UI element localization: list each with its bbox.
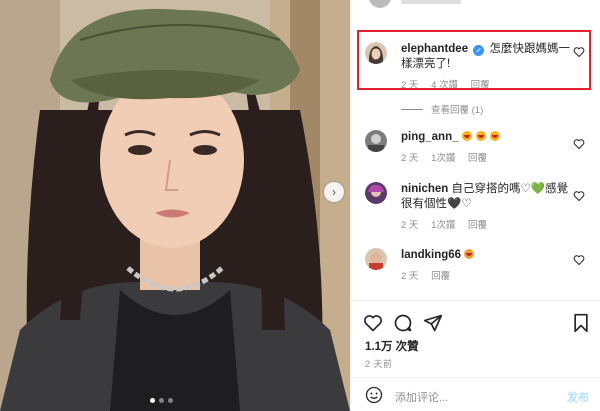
truncated-text bbox=[401, 0, 461, 4]
carousel-dots bbox=[150, 398, 173, 403]
carousel-dot bbox=[150, 398, 155, 403]
divider bbox=[351, 377, 600, 378]
post-photo[interactable]: › bbox=[0, 0, 350, 411]
reply-button[interactable]: 回覆 bbox=[468, 153, 487, 164]
heart-eyes-emoji-icon bbox=[475, 131, 486, 141]
heart-icon[interactable] bbox=[573, 190, 585, 202]
comment-time: 2 天 bbox=[401, 153, 419, 164]
comment-bubble-icon[interactable] bbox=[393, 313, 413, 333]
heart-icon[interactable] bbox=[573, 254, 585, 266]
view-replies-button[interactable]: 查看回覆 (1) bbox=[401, 102, 483, 116]
reply-button[interactable]: 回覆 bbox=[431, 271, 450, 282]
share-paper-plane-icon[interactable] bbox=[423, 313, 443, 333]
highlight-annotation bbox=[357, 30, 591, 90]
chevron-right-icon: › bbox=[332, 185, 336, 199]
comment-body: ninichen 自己穿搭的嗎♡💚感覺很有個性🖤♡ 2 天 1次讚 回覆 bbox=[401, 182, 571, 233]
heart-icon[interactable] bbox=[573, 138, 585, 150]
emoji-group bbox=[461, 131, 501, 143]
likes-count[interactable]: 1.1万 次贊 bbox=[365, 338, 419, 354]
comment-likes[interactable]: 1次讚 bbox=[431, 220, 455, 231]
avatar[interactable] bbox=[365, 130, 387, 152]
comment-time: 2 天 bbox=[401, 220, 419, 231]
divider-line bbox=[401, 108, 423, 110]
comment-meta: 2 天 1次讚 回覆 bbox=[401, 151, 571, 166]
comment-likes[interactable]: 1次讚 bbox=[431, 153, 455, 164]
avatar bbox=[369, 0, 391, 8]
post-actions bbox=[363, 313, 593, 335]
post-time: 2 天前 bbox=[365, 359, 393, 369]
avatar[interactable] bbox=[365, 248, 387, 270]
add-comment-bar: 添加评论... 发布 bbox=[351, 380, 600, 411]
previous-comment-stub bbox=[351, 0, 600, 10]
carousel-dot bbox=[168, 398, 173, 403]
divider bbox=[351, 300, 600, 301]
comment-meta: 2 天 回覆 bbox=[401, 269, 571, 284]
emoji-smile-icon[interactable] bbox=[365, 386, 383, 404]
bookmark-icon[interactable] bbox=[571, 313, 591, 333]
heart-eyes-emoji-icon bbox=[490, 131, 501, 141]
comment-input[interactable]: 添加评论... bbox=[395, 389, 448, 405]
comment-username[interactable]: landking66 bbox=[401, 249, 461, 261]
reply-button[interactable]: 回覆 bbox=[468, 220, 487, 231]
comment-username[interactable]: ping_ann_ bbox=[401, 131, 459, 143]
post-button[interactable]: 发布 bbox=[567, 389, 589, 405]
photo-illustration bbox=[0, 0, 350, 411]
comment-username[interactable]: ninichen bbox=[401, 183, 448, 195]
carousel-dot bbox=[159, 398, 164, 403]
comment-meta: 2 天 1次讚 回覆 bbox=[401, 218, 571, 233]
comment-body: landking66 2 天 回覆 bbox=[401, 248, 571, 284]
like-heart-icon[interactable] bbox=[363, 313, 383, 333]
heart-eyes-emoji-icon bbox=[461, 131, 472, 141]
view-replies-label: 查看回覆 (1) bbox=[431, 105, 484, 116]
hands-emoji-icon bbox=[464, 249, 475, 259]
next-photo-button[interactable]: › bbox=[324, 182, 344, 202]
comment-body: ping_ann_ 2 天 1次讚 回覆 bbox=[401, 130, 571, 166]
comment-time: 2 天 bbox=[401, 271, 419, 282]
avatar[interactable] bbox=[365, 182, 387, 204]
